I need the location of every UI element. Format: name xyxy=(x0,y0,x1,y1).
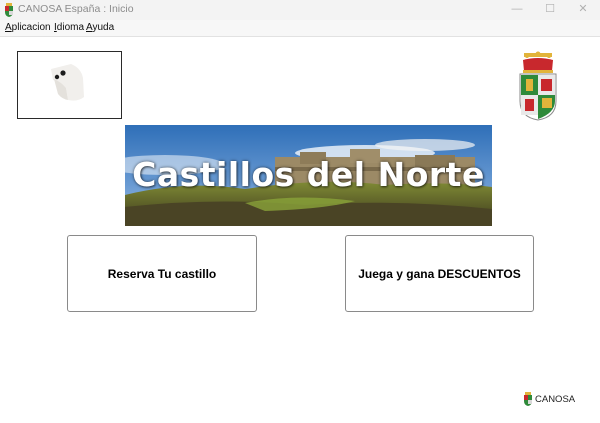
castle-banner: Castillos del Norte xyxy=(125,125,492,226)
logo-image xyxy=(51,64,84,101)
canosa-crest-icon xyxy=(524,392,532,406)
logo-picture-box xyxy=(17,51,122,119)
footer-brand-label: CANOSA xyxy=(535,394,576,405)
title-bar: CANOSA España : Inicio — ☐ ✕ xyxy=(0,0,600,20)
menu-ayuda[interactable]: Ayuda xyxy=(86,22,114,33)
close-button[interactable]: ✕ xyxy=(568,0,598,20)
menu-bar: Aplicacion Idioma Ayuda xyxy=(0,20,600,37)
coat-of-arms-icon xyxy=(519,51,557,121)
maximize-button[interactable]: ☐ xyxy=(535,0,565,20)
menu-aplicacion[interactable]: Aplicacion xyxy=(5,22,51,33)
minimize-button[interactable]: — xyxy=(502,0,532,20)
menu-idioma[interactable]: Idioma xyxy=(54,22,84,33)
app-crest-icon xyxy=(5,3,13,17)
reserve-castle-button[interactable]: Reserva Tu castillo xyxy=(67,235,257,312)
window-title: CANOSA España : Inicio xyxy=(18,3,134,15)
banner-title: Castillos del Norte xyxy=(132,155,485,194)
play-win-discounts-button[interactable]: Juega y gana DESCUENTOS xyxy=(345,235,534,312)
